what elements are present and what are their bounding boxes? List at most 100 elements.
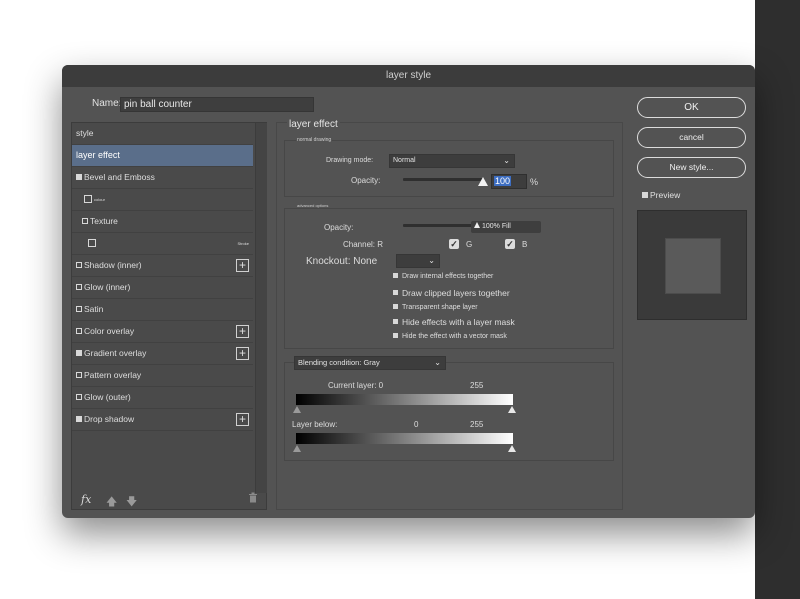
pattern-overlay-checkbox[interactable] — [76, 371, 82, 378]
gradient-overlay-checkbox[interactable] — [76, 349, 82, 356]
drawing-mode-select[interactable]: Normal ⌄ — [389, 154, 515, 168]
current-layer-white-stop[interactable] — [508, 406, 516, 413]
opacity-label: Opacity: — [351, 176, 381, 185]
current-layer-label: Current layer: 0 — [328, 381, 384, 390]
glow-outer-checkbox[interactable] — [76, 393, 82, 400]
shadow-inner-checkbox[interactable] — [76, 261, 82, 268]
triangle-icon — [474, 222, 480, 229]
layer-below-label: Layer below: — [292, 420, 338, 429]
channel-b-label: B — [522, 240, 528, 249]
texture-checkbox[interactable] — [82, 217, 88, 224]
option-hide-layer-mask[interactable]: Hide effects with a layer mask — [393, 317, 515, 327]
sidebar-item-label: Glow (outer) — [84, 392, 131, 402]
sidebar-item-texture[interactable]: Texture — [72, 211, 253, 233]
chevron-down-icon: ⌄ — [428, 256, 435, 265]
color-overlay-checkbox[interactable] — [76, 327, 82, 334]
preview-thumbnail — [637, 210, 747, 320]
sidebar-item-color-overlay[interactable]: Color overlay + — [72, 321, 253, 343]
sidebar-item-layer-effect[interactable]: layer effect — [72, 145, 253, 167]
sidebar-item-gradient-overlay[interactable]: Gradient overlay + — [72, 343, 253, 365]
channel-b-checkbox[interactable]: ✓ — [505, 239, 515, 249]
sidebar-item-glow-inner[interactable]: Glow (inner) — [72, 277, 253, 299]
sidebar-item-glow-outer[interactable]: Glow (outer) — [72, 387, 253, 409]
option-label: Transparent shape layer — [402, 304, 478, 311]
layer-below-black-stop[interactable] — [293, 445, 301, 452]
move-down-icon[interactable]: 🡇 — [126, 493, 137, 512]
sidebar-item-satin[interactable]: Satin — [72, 299, 253, 321]
trash-icon[interactable] — [248, 492, 258, 506]
preview-toggle[interactable]: Preview — [642, 190, 680, 200]
sidebar-item-label: colour — [94, 197, 105, 202]
move-up-icon[interactable]: 🡅 — [106, 493, 117, 512]
layer-style-dialog: layer style Name: pin ball counter style… — [62, 65, 755, 518]
layer-below-min: 0 — [414, 420, 419, 429]
layer-below-max: 255 — [470, 420, 484, 429]
new-style-button[interactable]: New style... — [637, 157, 746, 178]
option-hide-vector-mask[interactable]: Hide the effect with a vector mask — [393, 332, 507, 340]
blending-condition-value: Blending condition: Gray — [298, 358, 380, 367]
preview-checkbox[interactable] — [642, 191, 648, 198]
add-drop-shadow-button[interactable]: + — [236, 413, 249, 426]
layer-below-white-stop[interactable] — [508, 445, 516, 452]
fill-input[interactable]: 100% Fill — [471, 221, 541, 233]
sidebar-item-pattern-overlay[interactable]: Pattern overlay — [72, 365, 253, 387]
current-layer-gradient[interactable] — [296, 394, 513, 405]
option-draw-internal[interactable]: Draw internal effects together — [393, 272, 494, 280]
option-checkbox[interactable] — [393, 290, 398, 296]
fx-icon[interactable]: fx — [81, 493, 91, 506]
opacity-input[interactable]: 100 — [491, 174, 527, 189]
sidebar-item-label: Drop shadow — [84, 414, 135, 424]
sidebar-item-stroke[interactable]: Stroke — [72, 233, 253, 255]
channel-g-checkbox[interactable]: ✓ — [449, 239, 459, 249]
knockout-select[interactable]: ⌄ — [396, 254, 440, 268]
sidebar-item-drop-shadow[interactable]: Drop shadow + — [72, 409, 253, 431]
cancel-button[interactable]: cancel — [637, 127, 746, 148]
option-checkbox[interactable] — [393, 332, 398, 338]
normal-drawing-caption: normal drawing — [296, 137, 333, 143]
option-draw-clipped[interactable]: Draw clipped layers together — [393, 288, 510, 298]
bevel-checkbox[interactable] — [76, 173, 82, 180]
name-input[interactable]: pin ball counter — [120, 97, 314, 112]
sidebar-header-style[interactable]: style — [72, 123, 253, 145]
channel-g-label: G — [466, 240, 473, 249]
sidebar-item-label: Pattern overlay — [84, 370, 142, 380]
blending-condition-select[interactable]: Blending condition: Gray ⌄ — [294, 356, 446, 370]
preview-label: Preview — [650, 190, 681, 200]
colour-checkbox[interactable] — [84, 194, 92, 203]
section-title: layer effect — [287, 119, 340, 130]
drawing-mode-value: Normal — [393, 157, 416, 164]
preview-swatch — [665, 238, 721, 294]
option-checkbox[interactable] — [393, 272, 398, 278]
option-checkbox[interactable] — [393, 319, 398, 325]
background-window-edge — [755, 0, 800, 599]
current-layer-black-stop[interactable] — [293, 406, 301, 413]
opacity-slider-thumb[interactable] — [478, 177, 488, 186]
sidebar-item-colour[interactable]: colour — [72, 189, 253, 211]
glow-inner-checkbox[interactable] — [76, 283, 82, 290]
sidebar-item-label: Shadow (inner) — [84, 260, 142, 270]
add-color-overlay-button[interactable]: + — [236, 325, 249, 338]
chevron-down-icon: ⌄ — [503, 156, 510, 165]
drawing-mode-label: Drawing mode: — [326, 157, 374, 164]
option-checkbox[interactable] — [393, 303, 398, 309]
sidebar-item-bevel-emboss[interactable]: Bevel and Emboss — [72, 167, 253, 189]
add-shadow-inner-button[interactable]: + — [236, 259, 249, 272]
option-transparent-shape[interactable]: Transparent shape layer — [393, 303, 478, 311]
opacity-slider-track[interactable] — [403, 178, 483, 181]
fill-value: 100% Fill — [482, 223, 511, 230]
effects-sidebar: style layer effect Bevel and Emboss colo… — [71, 122, 267, 510]
advanced-opacity-track[interactable] — [403, 224, 473, 227]
sidebar-item-shadow-inner[interactable]: Shadow (inner) + — [72, 255, 253, 277]
satin-checkbox[interactable] — [76, 305, 82, 312]
layer-below-gradient[interactable] — [296, 433, 513, 444]
add-gradient-overlay-button[interactable]: + — [236, 347, 249, 360]
opacity-value: 100 — [494, 176, 512, 186]
drop-shadow-checkbox[interactable] — [76, 415, 82, 422]
stroke-checkbox[interactable] — [88, 238, 96, 247]
sidebar-scrollbar[interactable] — [255, 123, 267, 493]
option-label: Draw internal effects together — [402, 273, 494, 280]
ok-button[interactable]: OK — [637, 97, 746, 118]
blending-group — [284, 362, 614, 461]
option-label: Hide the effect with a vector mask — [402, 333, 507, 340]
sidebar-item-label: Satin — [84, 304, 104, 314]
